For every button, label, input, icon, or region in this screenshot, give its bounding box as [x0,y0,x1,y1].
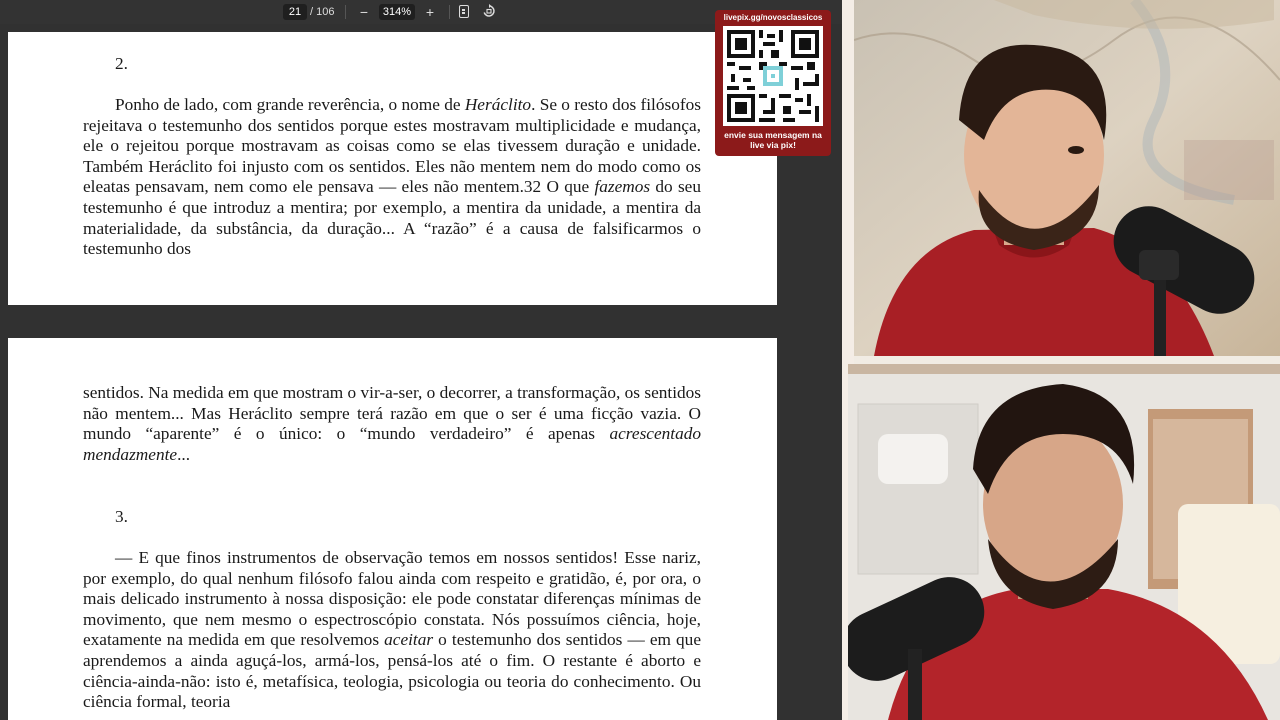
donation-qr-overlay: livepix.gg/novosclassicos envie sua mens… [715,10,831,156]
toolbar-divider [449,5,450,19]
webcam-feed-host-2 [848,364,1280,720]
paragraph-text: — E que finos instrumentos de observação… [83,548,701,712]
toolbar-divider [345,5,346,19]
paragraph-text: Ponho de lado, com grande reverência, o … [83,95,701,259]
zoom-out-button[interactable]: − [356,2,372,22]
paragraph-text: sentidos. Na medida em que mostram o vir… [83,383,701,464]
qr-code-image [723,26,823,126]
qr-url: livepix.gg/novosclassicos [723,13,823,22]
webcam-feed-host-1 [854,0,1280,356]
pdf-page: sentidos. Na medida em que mostram o vir… [8,338,777,720]
zoom-in-button[interactable]: + [422,2,438,22]
pdf-viewer[interactable]: 21 / 106 − 314% + 2. Ponho de lado, com … [0,0,842,720]
page-total: / 106 [310,6,335,18]
pdf-page: 2. Ponho de lado, com grande reverência,… [8,32,777,305]
panel-divider [854,356,1280,364]
page-paragraph: sentidos. Na medida em que mostram o vir… [83,383,701,465]
page-paragraph: Ponho de lado, com grande reverência, o … [83,95,701,260]
page-number-input[interactable]: 21 [283,4,307,20]
section-number: 2. [115,54,128,73]
rotate-icon[interactable] [482,4,496,18]
qr-caption: envie sua mensagem na live via pix! [724,130,822,150]
section-number: 3. [115,507,128,526]
page-paragraph: — E que finos instrumentos de observação… [83,548,701,713]
fit-page-icon[interactable] [459,5,469,18]
zoom-level-input[interactable]: 314% [379,4,415,20]
